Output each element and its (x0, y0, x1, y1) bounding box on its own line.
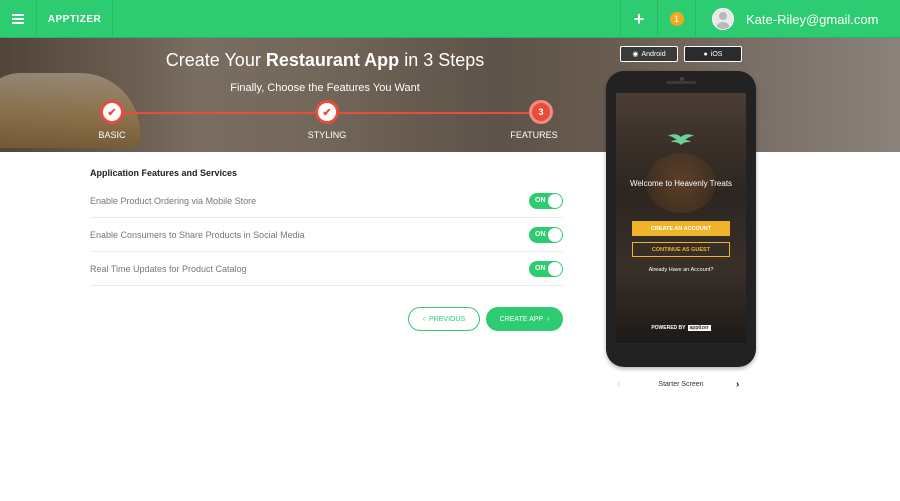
user-menu[interactable]: Kate-Riley@gmail.com (712, 8, 878, 30)
toggle-state: ON (535, 196, 546, 204)
tab-ios[interactable]: ● iOS (684, 46, 742, 62)
step-features-indicator[interactable]: 3 (529, 100, 553, 124)
heavenly-treats-logo-icon (668, 134, 694, 145)
powered-by-brand: apptizer (687, 325, 711, 331)
feature-toggle[interactable]: ON (529, 226, 563, 243)
apple-icon: ● (703, 50, 708, 58)
feature-row: Enable Product Ordering via Mobile Store… (90, 184, 563, 218)
top-bar: APPTIZER + 1 Kate-Riley@gmail.com (0, 0, 900, 38)
toggle-state: ON (535, 264, 546, 272)
notification-badge: 1 (669, 12, 684, 26)
step-styling-check-icon[interactable]: ✔ (315, 100, 339, 124)
step-label-features: FEATURES (510, 130, 558, 140)
step-label-basic: BASIC (98, 130, 126, 140)
android-icon: ◉ (632, 51, 639, 58)
create-account-button[interactable]: CREATE AN ACCOUNT (632, 221, 730, 236)
feature-label: Real Time Updates for Product Catalog (90, 263, 247, 274)
login-link[interactable]: Already Have an Account? (616, 267, 746, 273)
section-title: Application Features and Services (90, 168, 238, 178)
tab-ios-label: iOS (710, 50, 723, 58)
step-basic-check-icon[interactable]: ✔ (100, 100, 124, 124)
os-tabs: ◉ Android ● iOS (620, 46, 742, 62)
app-screen: Welcome to Heavenly Treats CREATE AN ACC… (616, 93, 746, 343)
powered-by: POWERED BY apptizer (616, 325, 746, 331)
screen-name: Starter Screen (658, 381, 704, 388)
brand-logo[interactable]: APPTIZER (37, 0, 113, 38)
feature-toggle[interactable]: ON (529, 192, 563, 209)
username: Kate-Riley@gmail.com (746, 11, 879, 27)
notifications-button[interactable]: 1 (658, 0, 696, 38)
tab-android[interactable]: ◉ Android (620, 46, 678, 62)
toggle-state: ON (535, 230, 546, 238)
feature-row: Real Time Updates for Product Catalog ON (90, 252, 563, 286)
feature-row: Enable Consumers to Share Products in So… (90, 218, 563, 252)
create-app-label: CREATE APP (499, 315, 544, 323)
feature-label: Enable Consumers to Share Products in So… (90, 229, 305, 240)
page-title: Create Your Restaurant App in 3 Steps (165, 50, 485, 70)
feature-toggle[interactable]: ON (529, 260, 563, 277)
tab-android-label: Android (641, 50, 666, 58)
plus-icon[interactable]: + (620, 0, 658, 38)
create-app-button[interactable]: CREATE APP › (486, 307, 563, 331)
features-panel: Application Features and Services Enable… (90, 168, 563, 286)
toggle-knob (548, 227, 562, 242)
step-label-styling: STYLING (307, 130, 347, 140)
toggle-knob (548, 193, 562, 208)
previous-label: PREVIOUS (429, 315, 466, 323)
speaker (666, 81, 696, 84)
feature-label: Enable Product Ordering via Mobile Store (90, 195, 257, 206)
powered-by-label: POWERED BY (651, 325, 686, 331)
toggle-knob (548, 261, 562, 276)
hamburger-menu-icon[interactable] (0, 0, 37, 38)
continue-guest-button[interactable]: CONTINUE AS GUEST (632, 242, 730, 257)
previous-button[interactable]: ‹ PREVIOUS (408, 307, 480, 331)
welcome-text: Welcome to Heavenly Treats (629, 179, 733, 188)
avatar (712, 8, 734, 30)
page-subtitle: Finally, Choose the Features You Want (230, 82, 420, 94)
chevron-right-icon[interactable]: › (736, 379, 739, 390)
chevron-left-icon[interactable]: ‹ (617, 379, 620, 390)
phone-preview: Welcome to Heavenly Treats CREATE AN ACC… (606, 71, 756, 367)
